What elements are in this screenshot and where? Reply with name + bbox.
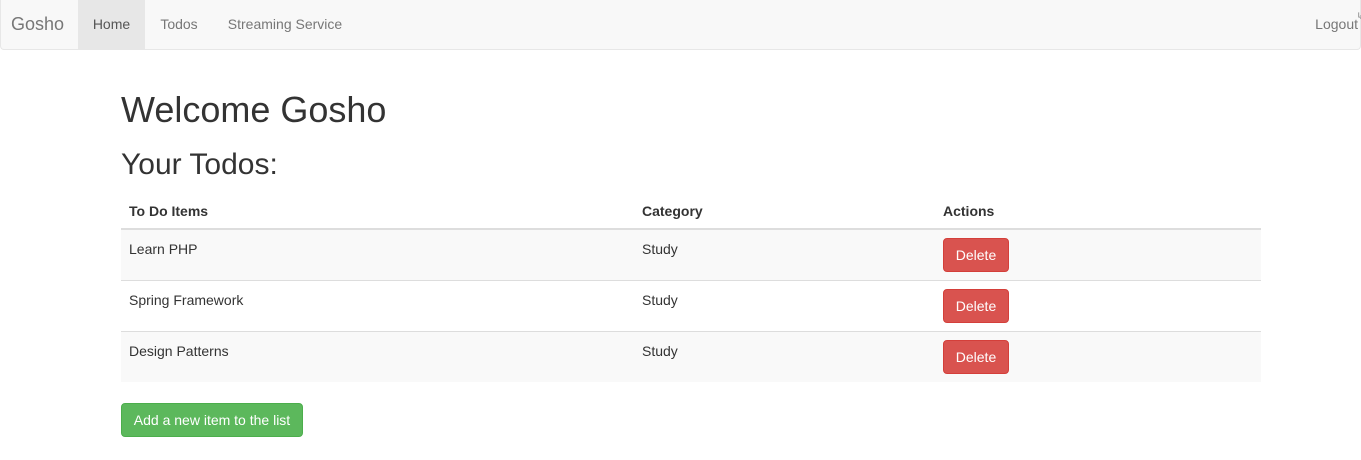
navbar-brand[interactable]: Gosho (11, 13, 64, 35)
nav-item-todos[interactable]: Todos (145, 0, 213, 49)
todo-item-cell: Spring Framework (121, 280, 634, 332)
page-title: Welcome Gosho (121, 89, 387, 130)
top-navbar: Gosho Home Todos Streaming Service Logou… (0, 0, 1361, 50)
table-row: Learn PHP Study Delete (121, 229, 1261, 281)
header-actions: Actions (935, 194, 1261, 230)
actions-cell: Delete (935, 280, 1261, 332)
category-text: Study (642, 241, 678, 257)
logout-marker: ↳ (1356, 11, 1361, 21)
table-row: Spring Framework Study Delete (121, 280, 1261, 332)
todo-item-text: Spring Framework (129, 292, 244, 308)
todos-heading: Your Todos: (121, 148, 278, 181)
category-cell: Study (634, 331, 935, 382)
nav-item-streaming-service[interactable]: Streaming Service (213, 0, 357, 49)
logout-label: Logout (1315, 16, 1358, 32)
todo-item-cell: Learn PHP (121, 229, 634, 281)
header-category: Category (634, 194, 935, 230)
table-row: Design Patterns Study Delete (121, 331, 1261, 382)
delete-button[interactable]: Delete (943, 289, 1009, 323)
category-cell: Study (634, 229, 935, 281)
table-header-row: To Do Items Category Actions (121, 194, 1261, 230)
delete-button[interactable]: Delete (943, 340, 1009, 374)
todo-item-text: Learn PHP (129, 241, 198, 257)
actions-cell: Delete (935, 229, 1261, 281)
category-text: Study (642, 292, 678, 308)
add-item-button[interactable]: Add a new item to the list (121, 403, 303, 437)
delete-button[interactable]: Delete (943, 238, 1009, 272)
category-text: Study (642, 343, 678, 359)
header-todo-items: To Do Items (121, 194, 634, 230)
category-cell: Study (634, 280, 935, 332)
logout-link[interactable]: Logout ↳ (1315, 0, 1361, 49)
todo-item-text: Design Patterns (129, 343, 229, 359)
todo-item-cell: Design Patterns (121, 331, 634, 382)
nav-item-home[interactable]: Home (78, 0, 145, 49)
actions-cell: Delete (935, 331, 1261, 382)
todos-table: To Do Items Category Actions Learn PHP S… (121, 194, 1261, 382)
